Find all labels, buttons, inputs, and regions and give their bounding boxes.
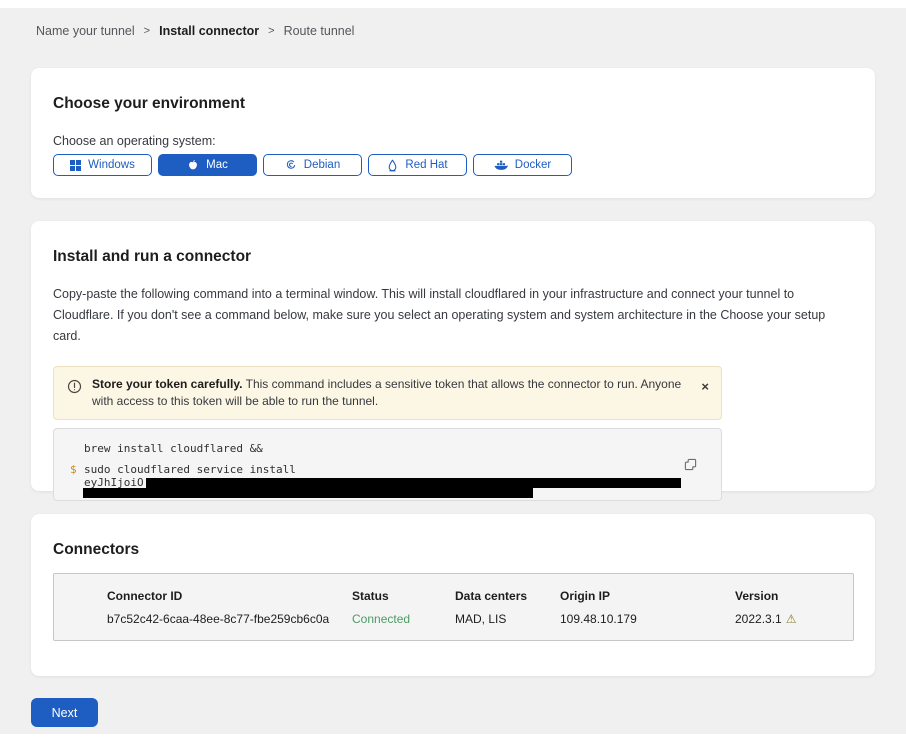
breadcrumb-name-your-tunnel[interactable]: Name your tunnel (36, 24, 135, 38)
os-button-label: Windows (88, 159, 135, 171)
code-prompt: $ (70, 463, 84, 498)
code-token-line: eyJhIjoiO (84, 477, 681, 488)
table-col-connector-id: Connector ID b7c52c42-6caa-48ee-8c77-fbe… (107, 589, 352, 640)
os-button-debian[interactable]: Debian (263, 154, 362, 176)
connectors-table: Connector ID b7c52c42-6caa-48ee-8c77-fbe… (53, 573, 854, 641)
version-number: 2022.3.1 (735, 612, 782, 626)
token-warning-bold: Store your token carefully. (92, 377, 243, 391)
docker-icon (494, 160, 508, 171)
os-button-label: Red Hat (405, 159, 447, 171)
code-line-sudo: $ sudo cloudflared service install eyJhI… (70, 463, 705, 498)
token-prefix: eyJhIjoiO (84, 477, 144, 488)
windows-icon (70, 160, 81, 171)
redhat-icon (387, 159, 398, 172)
data-centers-value: MAD, LIS (455, 612, 560, 626)
os-button-windows[interactable]: Windows (53, 154, 152, 176)
version-value: 2022.3.1 ⚠ (735, 612, 796, 626)
breadcrumb: Name your tunnel > Install connector > R… (0, 8, 906, 38)
apple-icon (187, 159, 199, 172)
info-circle-icon (67, 379, 82, 399)
code-text: sudo cloudflared service install (84, 463, 681, 476)
table-col-data-centers: Data centers MAD, LIS (455, 589, 560, 640)
redaction-bar (83, 488, 533, 498)
origin-ip-value: 109.48.10.179 (560, 612, 735, 626)
os-button-label: Mac (206, 159, 228, 171)
os-label: Choose an operating system: (53, 134, 853, 148)
warning-triangle-icon: ⚠ (786, 612, 797, 626)
os-button-mac[interactable]: Mac (158, 154, 257, 176)
token-warning-text: Store your token carefully. This command… (92, 376, 687, 410)
os-button-group: Windows Mac Debian (53, 154, 853, 176)
table-col-version: Version 2022.3.1 ⚠ (735, 589, 796, 640)
column-header: Data centers (455, 589, 560, 603)
breadcrumb-route-tunnel[interactable]: Route tunnel (284, 24, 355, 38)
page: Name your tunnel > Install connector > R… (0, 8, 906, 734)
environment-card-title: Choose your environment (53, 95, 853, 113)
os-button-docker[interactable]: Docker (473, 154, 572, 176)
install-card-title: Install and run a connector (53, 248, 853, 266)
connectors-card: Connectors Connector ID b7c52c42-6caa-48… (31, 514, 875, 676)
status-badge: Connected (352, 612, 455, 626)
debian-icon (285, 159, 297, 171)
install-connector-card: Install and run a connector Copy-paste t… (31, 221, 875, 491)
code-prompt-empty (70, 442, 84, 455)
os-button-label: Docker (515, 159, 551, 171)
install-command-codeblock: brew install cloudflared && $ sudo cloud… (53, 428, 722, 501)
breadcrumb-separator: > (144, 25, 150, 37)
table-col-status: Status Connected (352, 589, 455, 640)
breadcrumb-install-connector[interactable]: Install connector (159, 24, 259, 38)
column-header: Version (735, 589, 796, 603)
connector-id-value: b7c52c42-6caa-48ee-8c77-fbe259cb6c0a (107, 612, 352, 626)
close-icon[interactable]: × (701, 380, 709, 393)
os-button-redhat[interactable]: Red Hat (368, 154, 467, 176)
environment-card: Choose your environment Choose an operat… (31, 68, 875, 198)
column-header: Connector ID (107, 589, 352, 603)
table-col-origin-ip: Origin IP 109.48.10.179 (560, 589, 735, 640)
redaction-bar (146, 478, 681, 488)
connectors-card-title: Connectors (53, 541, 853, 559)
breadcrumb-separator: > (268, 25, 274, 37)
token-warning-banner: Store your token carefully. This command… (53, 366, 722, 420)
copy-icon[interactable] (684, 458, 697, 474)
column-header: Status (352, 589, 455, 603)
os-button-label: Debian (304, 159, 340, 171)
next-button[interactable]: Next (31, 698, 98, 727)
install-card-description: Copy-paste the following command into a … (53, 284, 853, 347)
code-text: brew install cloudflared && (84, 442, 263, 455)
code-line-brew: brew install cloudflared && (70, 442, 705, 455)
column-header: Origin IP (560, 589, 735, 603)
